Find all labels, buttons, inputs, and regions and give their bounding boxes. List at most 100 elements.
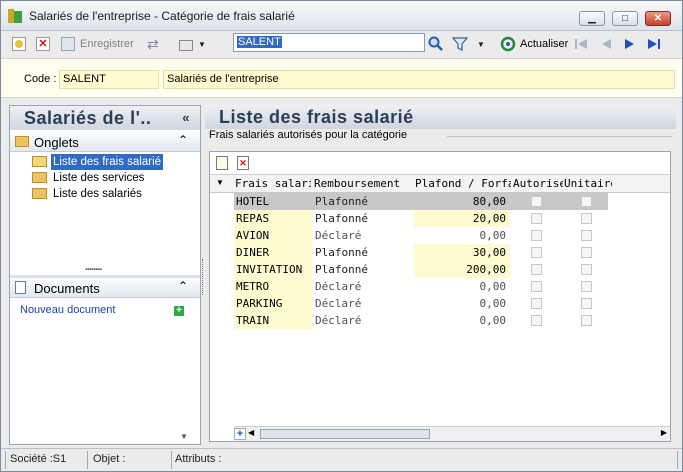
maximize-button[interactable]: □ — [612, 11, 638, 26]
column-menu-icon[interactable]: ▼ — [216, 178, 224, 187]
checkbox-unitaire[interactable] — [581, 196, 592, 207]
status-separator — [5, 451, 6, 469]
status-bar: Société :S1 Objet : Attributs : — [1, 448, 682, 471]
scroll-right-icon[interactable]: ▶ — [661, 428, 667, 437]
checkbox-unitaire[interactable] — [581, 298, 592, 309]
group-line — [447, 136, 672, 137]
splitter-handle[interactable]: ........ — [85, 261, 102, 273]
table-row[interactable]: HOTEL Plafonné 80,00 — [234, 193, 608, 210]
cell-frais: TRAIN — [234, 312, 312, 329]
code-label: Code : — [24, 73, 57, 85]
delete-icon[interactable]: ✕ — [36, 36, 50, 52]
status-separator — [171, 451, 172, 469]
close-button[interactable]: ✕ — [645, 11, 671, 26]
cell-frais: INVITATION — [234, 261, 312, 278]
checkbox-autorise[interactable] — [531, 281, 542, 292]
checkbox-autorise[interactable] — [531, 264, 542, 275]
data-grid: ✕ ▼ Frais salarié Remboursement Plafond … — [209, 151, 671, 442]
cell-plafond: 0,00 — [479, 314, 507, 327]
table-row[interactable]: INVITATION Plafonné 200,00 — [234, 261, 608, 278]
first-record-icon[interactable] — [573, 36, 589, 52]
previous-record-icon[interactable] — [598, 36, 614, 52]
last-record-icon[interactable] — [646, 36, 662, 52]
refresh-button[interactable]: Actualiser — [500, 36, 568, 52]
tab-list-salaries-label: Liste des salariés — [53, 188, 142, 200]
chevron-up-icon: ⌃ — [177, 133, 188, 147]
column-header-unitaire[interactable]: Unitaire — [564, 175, 612, 192]
column-header-remboursement[interactable]: Remboursement — [314, 175, 410, 192]
folder-icon — [32, 172, 47, 183]
table-row[interactable]: PARKING Déclaré 0,00 — [234, 295, 608, 312]
minimize-button[interactable]: ▁ — [579, 11, 605, 26]
refresh-label: Actualiser — [520, 38, 569, 50]
table-row[interactable]: DINER Plafonné 30,00 — [234, 244, 608, 261]
next-record-icon[interactable] — [622, 36, 638, 52]
folder-icon — [32, 188, 47, 199]
left-panel-title-text: Salariés de l'.. — [24, 108, 152, 128]
left-panel: Salariés de l'.. « Onglets ⌃ Liste des f… — [9, 105, 201, 445]
status-separator — [87, 451, 88, 469]
checkbox-autorise[interactable] — [531, 247, 542, 258]
tab-list-services[interactable]: Liste des services — [32, 170, 175, 186]
cell-remboursement: Déclaré — [315, 229, 362, 242]
column-header-plafond[interactable]: Plafond / Forfait — [415, 175, 511, 192]
checkbox-autorise[interactable] — [531, 315, 542, 326]
checkbox-unitaire[interactable] — [581, 281, 592, 292]
grid-header: ▼ Frais salarié Remboursement Plafond / … — [210, 175, 670, 193]
checkbox-unitaire[interactable] — [581, 315, 592, 326]
save-button[interactable]: Enregistrer — [61, 36, 134, 52]
horizontal-scrollbar[interactable]: + ◀ ▶ — [234, 426, 670, 441]
tabs-section-header[interactable]: Onglets ⌃ — [10, 132, 200, 152]
column-header-autorise[interactable]: Autorise — [513, 175, 563, 192]
checkbox-unitaire[interactable] — [581, 247, 592, 258]
checkbox-unitaire[interactable] — [581, 264, 592, 275]
table-row[interactable]: TRAIN Déclaré 0,00 — [234, 312, 608, 329]
table-row[interactable]: REPAS Plafonné 20,00 — [234, 210, 608, 227]
add-record-icon[interactable]: + — [234, 428, 246, 440]
code-field[interactable]: SALENT — [59, 70, 159, 89]
add-document-icon[interactable]: + — [174, 306, 184, 316]
checkbox-autorise[interactable] — [531, 298, 542, 309]
column-header-frais[interactable]: Frais salarié — [235, 175, 311, 192]
save-icon — [61, 37, 75, 51]
cell-plafond: 0,00 — [479, 280, 507, 293]
cell-frais: PARKING — [234, 295, 312, 312]
cell-remboursement: Plafonné — [315, 263, 368, 276]
new-document-link[interactable]: Nouveau document — [20, 304, 115, 316]
cell-frais: REPAS — [234, 210, 312, 227]
new-icon[interactable] — [12, 36, 26, 52]
code-bar: Code : SALENT Salariés de l'entreprise — [1, 58, 682, 98]
documents-section-header[interactable]: Documents ⌃ — [10, 278, 200, 298]
filter-chevron-icon: ▼ — [477, 39, 485, 49]
tab-list-frais-label: Liste des frais salarié — [51, 154, 164, 170]
table-row[interactable]: METRO Déclaré 0,00 — [234, 278, 608, 295]
collapse-panel-button[interactable]: « — [182, 110, 190, 125]
cell-plafond: 80,00 — [472, 195, 506, 208]
scrollbar-thumb[interactable] — [260, 429, 430, 439]
search-icon[interactable] — [428, 36, 444, 52]
sync-icon[interactable]: ⇄ — [147, 36, 161, 52]
tab-list-frais[interactable]: Liste des frais salarié — [32, 154, 175, 170]
checkbox-autorise[interactable] — [531, 196, 542, 207]
cell-frais: AVION — [234, 227, 312, 244]
checkbox-autorise[interactable] — [531, 213, 542, 224]
status-societe: Société :S1 — [10, 453, 67, 465]
table-row[interactable]: AVION Déclaré 0,00 — [234, 227, 608, 244]
open-folder-icon — [32, 156, 47, 167]
group-label: Frais salariés autorisés pour la catégor… — [209, 129, 411, 141]
delete-row-icon[interactable]: ✕ — [237, 156, 249, 170]
checkbox-unitaire[interactable] — [581, 213, 592, 224]
checkbox-unitaire[interactable] — [581, 230, 592, 241]
document-icon — [15, 281, 26, 294]
add-row-icon[interactable] — [216, 156, 228, 170]
tab-list-salaries[interactable]: Liste des salariés — [32, 186, 175, 202]
scroll-left-icon[interactable]: ◀ — [248, 428, 254, 437]
print-icon[interactable]: ▼ — [179, 36, 206, 52]
cell-remboursement: Plafonné — [315, 212, 368, 225]
filter-icon[interactable]: ▼ — [452, 36, 485, 52]
scroll-down-icon[interactable]: ▼ — [180, 432, 188, 441]
description-field[interactable]: Salariés de l'entreprise — [163, 70, 675, 89]
cell-remboursement: Déclaré — [315, 280, 362, 293]
search-input[interactable]: SALENT — [233, 33, 425, 52]
checkbox-autorise[interactable] — [531, 230, 542, 241]
